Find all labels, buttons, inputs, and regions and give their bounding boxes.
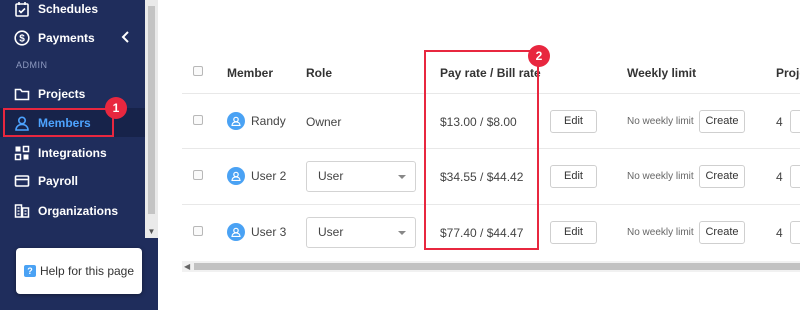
sidebar-item-organizations[interactable]: Organizations — [0, 196, 145, 225]
edit-rate-button[interactable]: Edit — [550, 221, 597, 244]
puzzle-icon — [14, 145, 30, 161]
member-name: User 2 — [251, 169, 287, 183]
sidebar-item-schedules[interactable]: Schedules — [0, 0, 145, 23]
avatar — [227, 167, 245, 185]
projects-button[interactable] — [790, 110, 800, 133]
header-role[interactable]: Role — [306, 66, 332, 80]
role-select-value: User — [318, 225, 344, 239]
sidebar-item-payments[interactable]: $ Payments — [0, 23, 145, 52]
row-checkbox[interactable] — [193, 226, 203, 236]
building-icon — [14, 203, 30, 219]
dollar-circle-icon: $ — [14, 29, 30, 46]
step-badge-1: 1 — [105, 97, 127, 119]
member-name: Randy — [251, 114, 286, 128]
horizontal-scrollbar-thumb[interactable] — [194, 263, 800, 270]
edit-rate-button[interactable]: Edit — [550, 165, 597, 188]
payroll-icon — [14, 173, 30, 189]
create-limit-button[interactable]: Create — [699, 165, 745, 188]
row-checkbox[interactable] — [193, 170, 203, 180]
sidebar-item-label: Integrations — [38, 145, 107, 160]
role-text: Owner — [306, 115, 342, 129]
projects-count: 4 — [776, 170, 783, 184]
row-checkbox[interactable] — [193, 115, 203, 125]
create-limit-button[interactable]: Create — [699, 221, 745, 244]
section-label-admin: ADMIN — [16, 60, 48, 70]
projects-count: 4 — [776, 115, 783, 129]
folder-icon — [14, 86, 30, 102]
svg-text:$: $ — [19, 33, 25, 44]
user-icon — [231, 227, 241, 237]
user-icon — [231, 116, 241, 126]
sidebar: Schedules $ Payments ADMIN Projects Memb… — [0, 0, 158, 310]
step-badge-2: 2 — [528, 45, 550, 67]
weekly-limit-text: No weekly limit — [627, 116, 694, 127]
sidebar-item-label: Payroll — [38, 173, 79, 188]
avatar — [227, 112, 245, 130]
weekly-limit-text: No weekly limit — [627, 171, 694, 182]
scroll-down-arrow-icon[interactable]: ▼ — [147, 228, 156, 236]
role-select[interactable]: User — [306, 217, 416, 248]
sidebar-item-label: Payments — [38, 30, 95, 45]
user-icon — [231, 171, 241, 181]
table-horizontal-scrollbar[interactable]: ◀ — [182, 261, 800, 272]
role-select[interactable]: User — [306, 161, 416, 192]
pay-rate-highlight-box — [424, 50, 539, 250]
chevron-left-icon[interactable] — [121, 31, 131, 43]
header-projects[interactable]: Proje — [776, 66, 800, 80]
header-weekly-limit[interactable]: Weekly limit — [627, 66, 696, 80]
members-highlight-box — [3, 108, 114, 137]
help-label: Help for this page — [39, 264, 135, 278]
projects-button[interactable] — [790, 221, 800, 244]
header-member[interactable]: Member — [227, 66, 273, 80]
projects-count: 4 — [776, 226, 783, 240]
projects-button[interactable] — [790, 165, 800, 188]
select-all-checkbox[interactable] — [193, 66, 203, 76]
avatar — [227, 223, 245, 241]
sidebar-item-label: Schedules — [38, 1, 99, 16]
member-name: User 3 — [251, 225, 287, 239]
create-limit-button[interactable]: Create — [699, 110, 745, 133]
chevron-down-icon — [398, 231, 406, 235]
help-button[interactable]: ? Help for this page — [16, 248, 142, 294]
weekly-limit-text: No weekly limit — [627, 227, 694, 238]
question-icon: ? — [23, 265, 36, 277]
scroll-left-arrow-icon[interactable]: ◀ — [184, 262, 190, 271]
edit-rate-button[interactable]: Edit — [550, 110, 597, 133]
sidebar-scrollbar-thumb[interactable] — [148, 6, 155, 214]
sidebar-scrollbar[interactable]: ▼ — [145, 0, 158, 238]
role-select-value: User — [318, 169, 344, 183]
sidebar-item-label: Organizations — [38, 203, 119, 218]
sidebar-item-label: Projects — [38, 86, 86, 101]
calendar-check-icon — [14, 1, 30, 17]
sidebar-item-payroll[interactable]: Payroll — [0, 166, 145, 195]
chevron-down-icon — [398, 175, 406, 179]
sidebar-item-integrations[interactable]: Integrations — [0, 138, 145, 167]
